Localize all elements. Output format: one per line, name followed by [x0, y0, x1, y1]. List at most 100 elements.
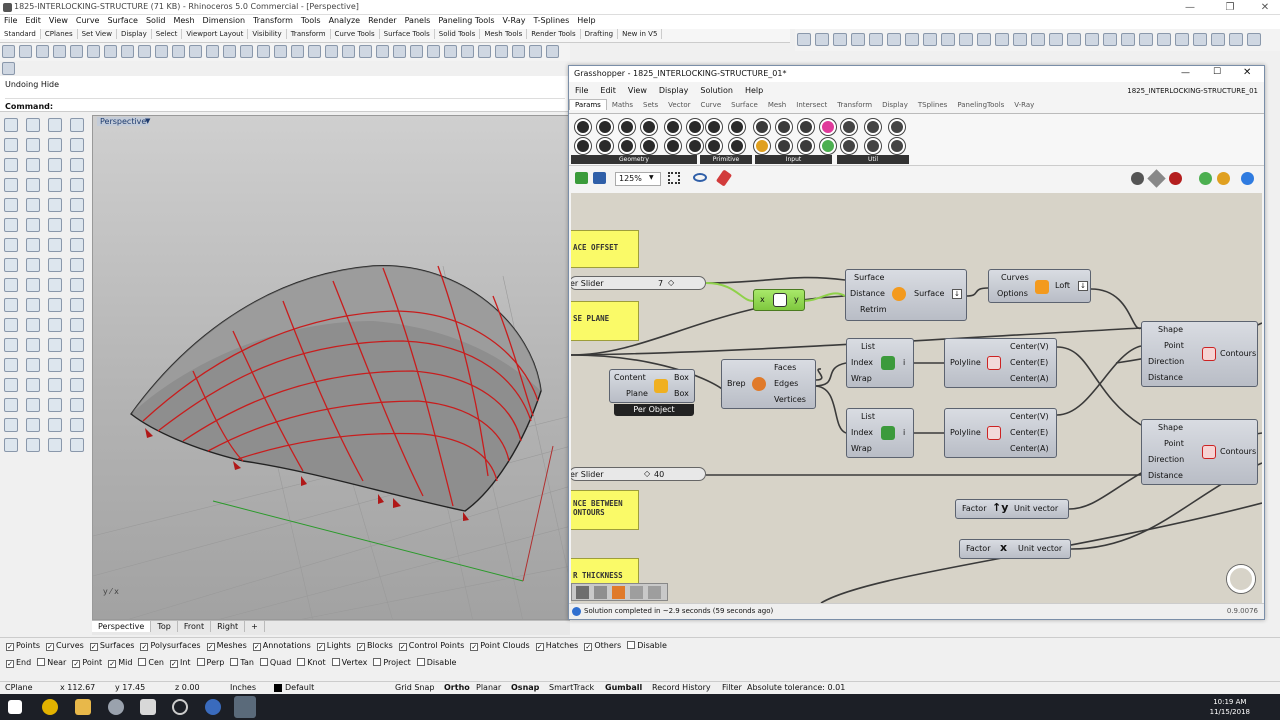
gh-component-icon[interactable]	[706, 138, 722, 154]
toolbar-tool-icon[interactable]	[1013, 33, 1027, 46]
gh-component-icon[interactable]	[865, 119, 881, 135]
brep-input[interactable]: Brep	[727, 379, 746, 388]
viewport-tab-top[interactable]: Top	[151, 621, 178, 632]
list-item-node-2[interactable]: List Index Wrap i	[846, 408, 914, 458]
widget-expression-icon[interactable]	[594, 586, 607, 599]
offset-distance-input[interactable]: Distance	[850, 289, 885, 298]
gh-component-icon[interactable]	[798, 138, 814, 154]
menu-file[interactable]: File	[0, 15, 21, 26]
viewport-tab-right[interactable]: Right	[211, 621, 246, 632]
offset-surface-output[interactable]: Surface	[914, 289, 944, 298]
filter-surfaces[interactable]: ✓ Surfaces	[89, 638, 134, 654]
toolbar-tool-icon[interactable]	[393, 45, 406, 58]
osnap-disable[interactable]: Disable	[416, 655, 456, 671]
toolbox-tool-icon[interactable]	[48, 438, 62, 452]
toolbox-tool-icon[interactable]	[48, 278, 62, 292]
toolbox-tool-icon[interactable]	[70, 298, 84, 312]
gh-tab-display[interactable]: Display	[877, 100, 913, 110]
checkbox-icon[interactable]	[416, 658, 425, 666]
toolbar-tab-drafting[interactable]: Drafting	[581, 29, 619, 39]
filter-point-clouds[interactable]: ✓ Point Clouds	[470, 638, 530, 654]
panel-input[interactable]: Input	[755, 155, 832, 164]
toolbox-tool-icon[interactable]	[26, 358, 40, 372]
gh-tab-tsplines[interactable]: TSplines	[913, 100, 952, 110]
panel-base-plane[interactable]: SE PLANE	[571, 301, 639, 341]
polyline-center-node-1[interactable]: Polyline Center(V) Center(E) Center(A)	[944, 338, 1057, 388]
zoom-chevron-icon[interactable]: ▼	[649, 174, 654, 181]
filter-lights[interactable]: ✓ Lights	[316, 638, 351, 654]
gh-menu-help[interactable]: Help	[739, 85, 769, 96]
toolbar-tool-icon[interactable]	[815, 33, 829, 46]
preview-eye-icon[interactable]	[693, 173, 707, 182]
checkbox-icon[interactable]: ✓	[398, 643, 407, 651]
gh-menu-file[interactable]: File	[569, 85, 594, 96]
widget-download-icon[interactable]	[576, 586, 589, 599]
toolbox-tool-icon[interactable]	[26, 378, 40, 392]
toolbar-tool-icon[interactable]	[155, 45, 168, 58]
menu-surface[interactable]: Surface	[103, 15, 141, 26]
toolbox-tool-icon[interactable]	[26, 158, 40, 172]
toolbox-tool-icon[interactable]	[4, 238, 18, 252]
checkbox-icon[interactable]	[627, 641, 636, 649]
gh-component-icon[interactable]	[841, 138, 857, 154]
unit-x-output[interactable]: Unit vector	[1018, 544, 1062, 553]
osnap-end[interactable]: ✓ End	[6, 655, 31, 671]
filter-blocks[interactable]: ✓ Blocks	[356, 638, 393, 654]
poly2-center-a[interactable]: Center(A)	[1010, 444, 1049, 453]
contour1-distance-input[interactable]: Distance	[1148, 373, 1183, 382]
toolbox-tool-icon[interactable]	[48, 378, 62, 392]
toolbox-tool-icon[interactable]	[4, 118, 18, 132]
contour1-point-input[interactable]: Point	[1164, 341, 1184, 350]
toolbar-tool-icon[interactable]	[1193, 33, 1207, 46]
close-icon[interactable]: ✕	[1245, 0, 1280, 15]
toolbar-tab-standard[interactable]: Standard	[0, 29, 41, 39]
menu-solid[interactable]: Solid	[142, 15, 170, 26]
widget-tools-icon[interactable]	[630, 586, 643, 599]
toolbox-tool-icon[interactable]	[4, 198, 18, 212]
poly1-center-a[interactable]: Center(A)	[1010, 374, 1049, 383]
toolbox-tool-icon[interactable]	[4, 438, 18, 452]
toolbar-tool-icon[interactable]	[444, 45, 457, 58]
toolbar-tool-icon[interactable]	[257, 45, 270, 58]
toolbar-tool-icon[interactable]	[941, 33, 955, 46]
toolbar-tool-icon[interactable]	[1157, 33, 1171, 46]
toolbar-tool-icon[interactable]	[1049, 33, 1063, 46]
gh-component-icon[interactable]	[776, 119, 792, 135]
item2-wrap-input[interactable]: Wrap	[851, 444, 872, 453]
gh-component-icon[interactable]	[641, 119, 657, 135]
toolbar-tab-mesh-tools[interactable]: Mesh Tools	[480, 29, 528, 39]
toggle-record-history[interactable]: Record History	[652, 683, 711, 692]
toolbox-tool-icon[interactable]	[26, 438, 40, 452]
shaded-mode-icon[interactable]	[1169, 172, 1182, 185]
gh-component-icon[interactable]	[575, 119, 591, 135]
toolbar-tool-icon[interactable]	[1247, 33, 1261, 46]
toggle-smarttrack[interactable]: SmartTrack	[549, 683, 594, 692]
toolbar-tool-icon[interactable]	[905, 33, 919, 46]
osnap-tan[interactable]: Tan	[230, 655, 254, 671]
toggle-ortho[interactable]: Ortho	[444, 683, 470, 692]
slider-1-value[interactable]: 7	[658, 279, 663, 288]
toolbox-tool-icon[interactable]	[70, 238, 84, 252]
open-file-icon[interactable]	[575, 172, 588, 184]
checkbox-icon[interactable]	[230, 658, 239, 666]
checkbox-icon[interactable]	[331, 658, 340, 666]
toolbar-tool-icon[interactable]	[1211, 33, 1225, 46]
toolbar-tool-icon[interactable]	[995, 33, 1009, 46]
contour2-output[interactable]: Contours	[1220, 447, 1256, 456]
checkbox-icon[interactable]: ✓	[6, 660, 14, 668]
checkbox-icon[interactable]: ✓	[206, 643, 215, 651]
loft-flatten-icon[interactable]: ↓	[1078, 281, 1088, 291]
unit-y-node[interactable]: Factor ↑y Unit vector	[955, 499, 1069, 519]
toolbar-tool-icon[interactable]	[325, 45, 338, 58]
grasshopper-taskbar-icon[interactable]	[234, 696, 256, 718]
toolbar-tab-new-in-v5[interactable]: New in V5	[618, 29, 663, 39]
gh-component-icon[interactable]	[729, 138, 745, 154]
toolbar-tool-icon[interactable]	[1121, 33, 1135, 46]
filter-disable[interactable]: Disable	[627, 638, 667, 654]
filter-others[interactable]: ✓ Others	[584, 638, 621, 654]
checkbox-icon[interactable]	[196, 658, 205, 666]
toolbox-tool-icon[interactable]	[70, 398, 84, 412]
toolbar-tool-icon[interactable]	[376, 45, 389, 58]
number-slider-2[interactable]: er Slider ◇ 40	[571, 467, 706, 481]
toolbar-tab-visibility[interactable]: Visibility	[248, 29, 287, 39]
